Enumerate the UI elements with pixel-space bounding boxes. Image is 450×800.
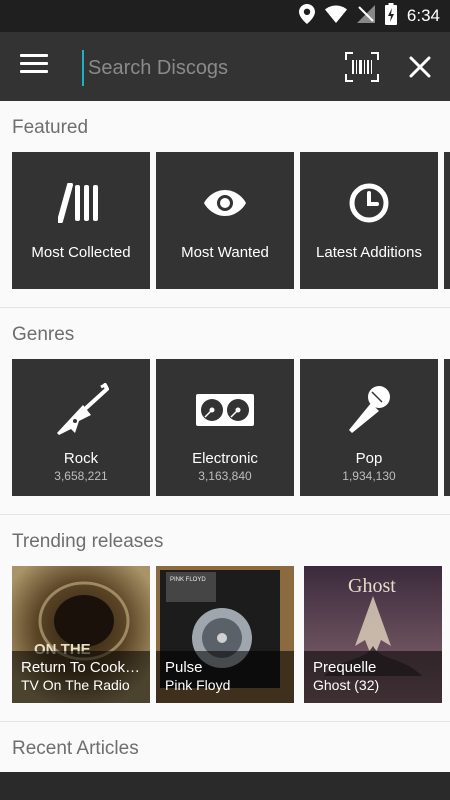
svg-text:Ghost: Ghost [348, 575, 396, 597]
featured-latest-additions[interactable]: Latest Additions [300, 152, 438, 289]
guitar-icon [12, 383, 150, 435]
tile-label: Most Wanted [181, 244, 269, 261]
featured-next-tile[interactable] [444, 152, 450, 289]
section-divider [0, 307, 450, 308]
app-toolbar [0, 32, 450, 101]
featured-most-collected[interactable]: Most Collected [12, 152, 150, 289]
release-count: 3,163,840 [198, 469, 252, 483]
records-stack-icon [12, 178, 150, 228]
release-caption: Prequelle Ghost (32) [304, 651, 442, 703]
tile-label: Pop [355, 450, 383, 467]
genre-electronic[interactable]: Electronic 3,163,840 [156, 359, 294, 496]
tile-label: Electronic [192, 450, 258, 467]
trending-release-card[interactable]: Ghost Prequelle Ghost (32) [304, 566, 442, 703]
trending-release-card[interactable]: ON THE Return To Cookie... TV On The Rad… [12, 566, 150, 703]
clock-icon [300, 178, 438, 228]
tile-label: Most Collected [31, 244, 131, 261]
status-bar: 6:34 [0, 0, 450, 32]
release-artist: Pink Floyd [165, 677, 231, 693]
release-caption: Return To Cookie... TV On The Radio [12, 651, 150, 703]
tile-label: Latest Additions [316, 244, 422, 261]
release-artist: TV On The Radio [21, 677, 130, 693]
turntable-icon [156, 385, 294, 435]
release-title: Return To Cookie... [21, 659, 141, 676]
release-title: Prequelle [313, 659, 377, 676]
eye-icon [156, 178, 294, 228]
articles-section-title: Recent Articles [12, 738, 139, 759]
search-input[interactable] [82, 50, 330, 86]
location-icon [298, 3, 315, 29]
genre-next-tile[interactable] [444, 359, 450, 496]
wifi-icon [324, 5, 347, 28]
trending-release-card[interactable]: PINK FLOYD Pulse Pink Floyd [156, 566, 294, 703]
genre-pop[interactable]: Pop 1,934,130 [300, 359, 438, 496]
section-divider [0, 514, 450, 515]
tile-label: Rock [63, 450, 99, 467]
article-preview-image[interactable] [0, 772, 450, 800]
battery-charging-icon [384, 2, 397, 30]
release-count: 1,934,130 [342, 469, 396, 483]
clock-time: 6:34 [406, 6, 440, 25]
no-signal-icon [356, 4, 375, 28]
svg-text:PINK FLOYD: PINK FLOYD [170, 577, 206, 583]
section-divider [0, 721, 450, 722]
close-icon[interactable] [405, 52, 435, 82]
featured-most-wanted[interactable]: Most Wanted [156, 152, 294, 289]
genre-rock[interactable]: Rock 3,658,221 [12, 359, 150, 496]
release-caption: Pulse Pink Floyd [156, 651, 294, 703]
release-count: 3,658,221 [54, 469, 108, 483]
trending-section-title: Trending releases [12, 531, 164, 552]
genres-section-title: Genres [12, 324, 75, 345]
microphone-icon [300, 385, 438, 435]
release-artist: Ghost (32) [313, 677, 380, 693]
release-title: Pulse [165, 659, 203, 676]
featured-section-title: Featured [12, 117, 89, 138]
barcode-scan-icon[interactable] [345, 52, 379, 82]
menu-icon[interactable] [20, 54, 48, 80]
